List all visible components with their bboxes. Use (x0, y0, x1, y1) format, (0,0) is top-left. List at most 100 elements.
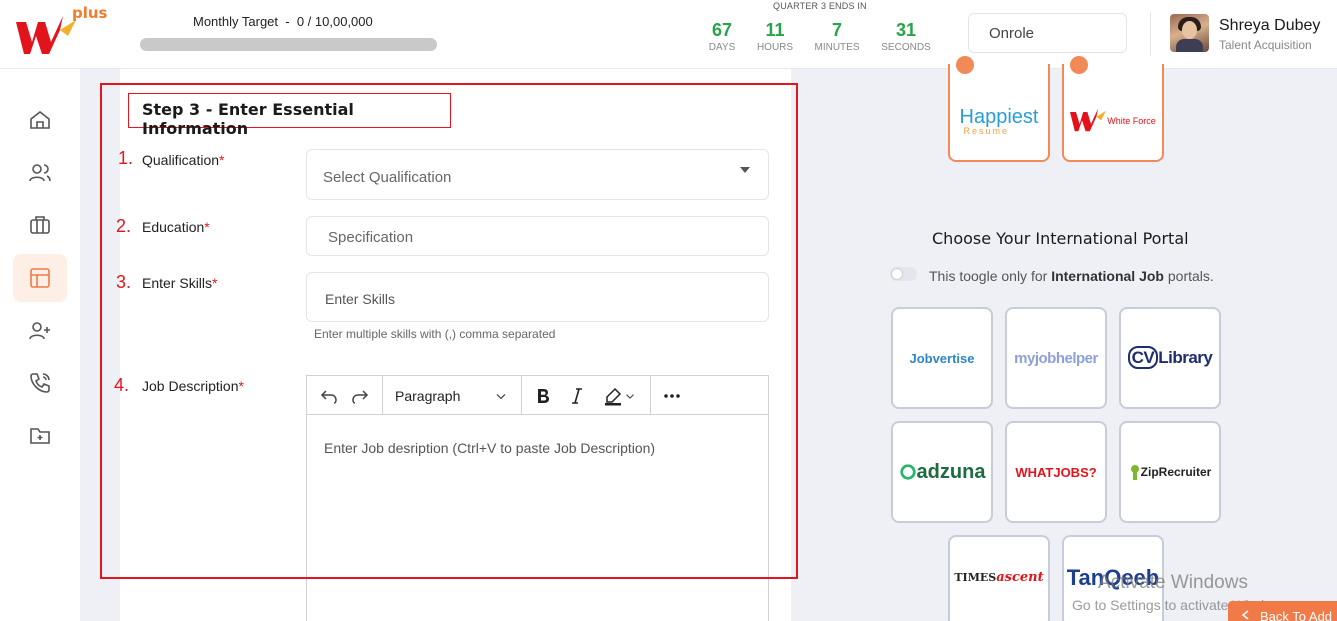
sidebar (0, 69, 80, 621)
portal-card-myjobhelper[interactable]: myjobhelper (1005, 307, 1107, 409)
selected-dot (1070, 56, 1088, 74)
avatar-face (1182, 21, 1197, 39)
quarter-label: QUARTER 3 ENDS IN (773, 1, 867, 11)
redo-button[interactable] (350, 376, 370, 415)
countdown-value: 7 (831, 20, 842, 40)
header-divider (1150, 12, 1151, 56)
app-logo[interactable]: plus (16, 4, 108, 58)
arrow-left-icon (1241, 610, 1249, 620)
sidebar-item-add-user[interactable] (13, 307, 67, 355)
target-progress-bar (140, 38, 437, 51)
more-options-button[interactable] (651, 376, 693, 415)
format-group (522, 376, 651, 415)
skills-label-text: Enter Skills (142, 275, 213, 291)
sidebar-item-jobs[interactable] (13, 201, 67, 249)
paragraph-label: Paragraph (395, 387, 461, 404)
times-suffix: ascent (996, 569, 1044, 585)
sidebar-item-users[interactable] (13, 149, 67, 197)
required-mark: * (204, 219, 210, 235)
required-mark: * (219, 152, 225, 168)
paragraph-select[interactable]: Paragraph (383, 376, 522, 415)
myjobhelper-logo: myjobhelper (1014, 349, 1098, 367)
portal-card-times-ascent[interactable]: TIMESascent (948, 535, 1050, 621)
countdown-minutes: 7 MINUTES (807, 20, 867, 53)
portal-card-cvlibrary[interactable]: CV Library (1119, 307, 1221, 409)
back-to-add-label: Back To Add (1260, 609, 1333, 621)
skills-placeholder: Enter Skills (325, 291, 396, 307)
chevron-down-icon (496, 393, 506, 399)
avatar-body (1176, 39, 1203, 52)
jobvertise-logo: Jobvertise (909, 350, 975, 366)
chevron-down-icon (626, 393, 634, 399)
portal-card-adzuna[interactable]: adzuna (891, 421, 993, 523)
countdown-days: 67 DAYS (692, 20, 752, 53)
toggle-text-bold: International Job (1051, 268, 1164, 284)
cvlibrary-logo: CV Library (1127, 346, 1213, 369)
adzuna-logo: adzuna (899, 461, 985, 484)
portal-card-white-force[interactable]: White Force (1062, 56, 1164, 162)
top-header: plus Monthly Target - 0 / 10,00,000 QUAR… (0, 0, 1337, 69)
target-label: Monthly Target (193, 14, 279, 29)
user-plus-icon (29, 322, 50, 340)
sidebar-item-folders[interactable] (13, 412, 67, 460)
whatjobs-logo: WHATJOBS? (1015, 464, 1097, 480)
countdown-hours: 11 HOURS (745, 20, 805, 53)
step-number: 4. (114, 375, 130, 395)
skills-hint: Enter multiple skills with (,) comma sep… (314, 327, 556, 341)
sidebar-item-home[interactable] (13, 96, 67, 144)
job-description-editor[interactable]: Paragraph Enter Job desription (Ctrl+V t… (306, 375, 769, 621)
user-name[interactable]: Shreya Dubey (1219, 17, 1320, 35)
step-number: 1. (118, 148, 134, 168)
briefcase-icon (30, 216, 50, 234)
editor-toolbar: Paragraph (307, 376, 768, 415)
target-separator: - (285, 14, 290, 29)
countdown-unit: MINUTES (814, 42, 860, 53)
bold-button[interactable] (530, 376, 556, 415)
international-portal-title: Choose Your International Portal (932, 229, 1189, 248)
undo-button[interactable] (319, 376, 339, 415)
portal-card-happiest-resume[interactable]: Happiest Resume (948, 56, 1050, 162)
white-force-mark-icon (1070, 108, 1107, 132)
happiest-logo-main: Happiest (959, 105, 1039, 128)
qualification-label: Qualification* (142, 152, 225, 168)
portal-card-whatjobs[interactable]: WHATJOBS? (1005, 421, 1107, 523)
countdown-value: 67 (711, 20, 733, 40)
undo-redo-group (307, 376, 383, 415)
toggle-text-post: portals. (1167, 268, 1214, 284)
highlighter-icon (605, 387, 622, 405)
happiest-logo-sub: Resume (963, 125, 1010, 136)
toggle-text-pre: This toogle only for (929, 268, 1048, 284)
onrole-dropdown[interactable]: Onrole (968, 13, 1127, 53)
sidebar-item-layout[interactable] (13, 254, 67, 302)
step-number: 2. (116, 216, 132, 236)
step-title: Step 3 - Enter Essential Information (128, 93, 451, 138)
layout-icon (30, 268, 50, 288)
skills-input[interactable]: Enter Skills (306, 272, 769, 322)
toggle-knob (892, 269, 902, 279)
selected-dot (956, 56, 974, 74)
international-toggle[interactable] (890, 267, 917, 281)
education-field[interactable]: Specification (306, 216, 769, 256)
avatar[interactable] (1170, 14, 1209, 52)
monthly-target: Monthly Target - 0 / 10,00,000 (193, 14, 373, 29)
italic-button[interactable] (564, 376, 590, 415)
back-to-add-button[interactable]: Back To Add (1228, 601, 1337, 621)
education-label-text: Education (142, 219, 205, 235)
required-mark: * (212, 275, 218, 291)
white-force-logo: White Force (1070, 108, 1156, 134)
qualification-select[interactable]: Select Qualification (306, 149, 769, 200)
highlight-button[interactable] (598, 376, 642, 415)
portal-card-jobvertise[interactable]: Jobvertise (891, 307, 993, 409)
qualification-placeholder: Select Qualification (323, 169, 452, 186)
white-force-text: White Force (1107, 116, 1156, 126)
times-ascent-logo: TIMESascent (954, 570, 1043, 585)
sidebar-item-calls[interactable] (13, 359, 67, 407)
toggle-description: This toogle only for International Job p… (929, 268, 1214, 284)
windows-watermark-title: Activate Windows (1098, 572, 1248, 593)
editor-placeholder: Enter Job desription (Ctrl+V to paste Jo… (324, 440, 656, 456)
target-value: 0 / 10,00,000 (296, 14, 373, 29)
happiest-resume-logo: Happiest Resume (960, 107, 1039, 136)
portal-card-ziprecruiter[interactable]: ZipRecruiter (1119, 421, 1221, 523)
qualification-label-text: Qualification (142, 152, 220, 168)
countdown-value: 31 (895, 20, 917, 40)
